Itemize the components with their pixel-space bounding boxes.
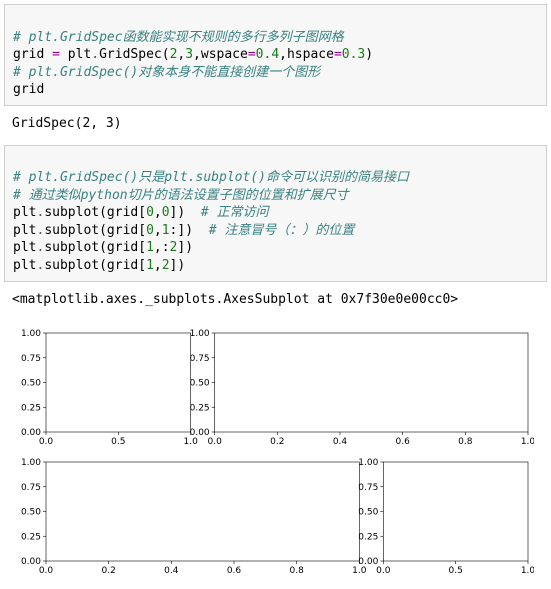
- svg-text:0.5: 0.5: [111, 437, 125, 447]
- svg-text:0.0: 0.0: [39, 566, 54, 576]
- svg-text:0.25: 0.25: [358, 532, 378, 542]
- svg-text:0.75: 0.75: [21, 353, 41, 363]
- svg-text:0.2: 0.2: [270, 437, 284, 447]
- svg-text:1.0: 1.0: [352, 566, 367, 576]
- svg-text:0.4: 0.4: [164, 566, 179, 576]
- comment: # plt.GridSpec()只是plt.subplot()命令可以识别的简易…: [13, 170, 409, 185]
- svg-text:0.00: 0.00: [21, 557, 41, 567]
- svg-text:0.2: 0.2: [102, 566, 116, 576]
- svg-text:1.00: 1.00: [358, 458, 378, 468]
- svg-text:0.50: 0.50: [21, 378, 41, 388]
- svg-text:0.00: 0.00: [358, 557, 378, 567]
- output-gridspec: GridSpec(2, 3): [4, 110, 547, 137]
- matplotlib-figure: 0.00.51.00.000.250.500.751.000.00.20.40.…: [4, 321, 547, 585]
- comment: # plt.GridSpec()对象本身不能直接创建一个图形: [13, 65, 320, 80]
- svg-text:0.75: 0.75: [21, 482, 41, 492]
- svg-text:0.6: 0.6: [227, 566, 242, 576]
- code-cell-2: # plt.GridSpec()只是plt.subplot()命令可以识别的简易…: [4, 145, 547, 282]
- svg-text:0.0: 0.0: [376, 566, 391, 576]
- svg-text:1.0: 1.0: [521, 437, 534, 447]
- svg-text:0.8: 0.8: [458, 437, 473, 447]
- svg-text:0.50: 0.50: [21, 507, 41, 517]
- svg-text:0.5: 0.5: [449, 566, 463, 576]
- code-cell-1: # plt.GridSpec函数能实现不规则的多行多列子图网格 grid = p…: [4, 4, 547, 106]
- svg-text:1.00: 1.00: [190, 329, 210, 339]
- svg-text:0.75: 0.75: [190, 353, 210, 363]
- svg-text:0.25: 0.25: [21, 532, 41, 542]
- comment: # plt.GridSpec函数能实现不规则的多行多列子图网格: [13, 30, 344, 45]
- output-axes-repr: <matplotlib.axes._subplots.AxesSubplot a…: [4, 286, 547, 313]
- comment: # 通过类似python切片的语法设置子图的位置和扩展尺寸: [13, 188, 349, 203]
- svg-text:0.50: 0.50: [190, 378, 210, 388]
- svg-text:1.0: 1.0: [521, 566, 534, 576]
- svg-text:0.0: 0.0: [208, 437, 223, 447]
- svg-text:0.00: 0.00: [190, 428, 210, 438]
- figure-svg: 0.00.51.00.000.250.500.751.000.00.20.40.…: [14, 329, 534, 579]
- svg-text:1.00: 1.00: [21, 458, 41, 468]
- svg-text:0.4: 0.4: [333, 437, 348, 447]
- svg-text:0.0: 0.0: [39, 437, 54, 447]
- svg-text:0.50: 0.50: [358, 507, 378, 517]
- svg-text:0.25: 0.25: [190, 403, 210, 413]
- svg-text:0.6: 0.6: [396, 437, 411, 447]
- svg-text:1.0: 1.0: [184, 437, 199, 447]
- svg-text:0.25: 0.25: [21, 403, 41, 413]
- svg-text:1.00: 1.00: [21, 329, 41, 339]
- svg-text:0.00: 0.00: [21, 428, 41, 438]
- svg-text:0.8: 0.8: [290, 566, 305, 576]
- svg-text:0.75: 0.75: [358, 482, 378, 492]
